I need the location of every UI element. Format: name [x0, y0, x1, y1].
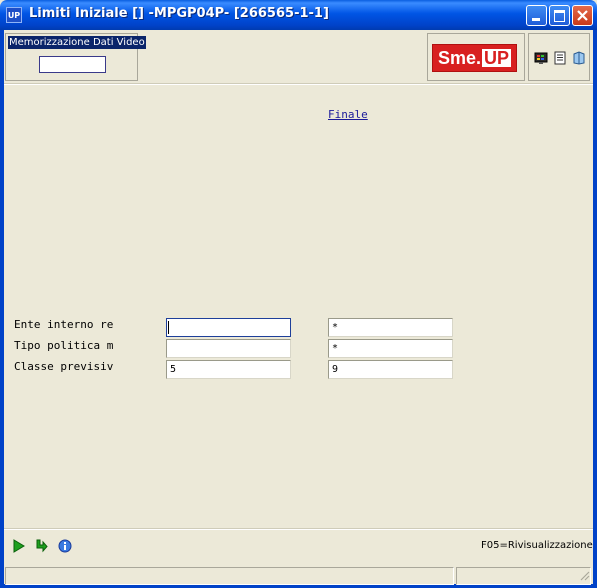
f05-hint: F05=Rivisualizzazione — [481, 540, 593, 551]
close-button[interactable] — [572, 5, 593, 26]
run-play-icon[interactable] — [12, 539, 26, 553]
classe-previsiv-to-field[interactable]: 9 — [328, 360, 453, 379]
footer-divider — [4, 528, 593, 530]
close-icon — [577, 10, 588, 21]
ente-interno-to-field[interactable]: * — [328, 318, 453, 337]
logo-panel: Sme. UP — [427, 33, 525, 81]
display-settings-icon[interactable] — [534, 51, 548, 65]
tipo-politica-to-field[interactable]: * — [328, 339, 453, 358]
tipo-politica-from-field[interactable] — [166, 339, 291, 358]
smeup-logo: Sme. UP — [432, 44, 518, 72]
tipo-politica-label: Tipo politica m — [14, 339, 114, 352]
finale-heading: Finale — [328, 108, 368, 121]
application-window: UP Limiti Iniziale [] -MPGP04P- [266565-… — [0, 0, 597, 588]
help-book-icon[interactable] — [572, 51, 586, 65]
status-pane-right — [456, 567, 591, 585]
memorizzazione-input[interactable] — [39, 56, 106, 73]
memorizzazione-panel: Memorizzazione Dati Video — [5, 33, 146, 81]
app-icon[interactable]: UP — [6, 7, 22, 23]
resize-grip-icon[interactable] — [578, 569, 590, 581]
refresh-arrow-icon[interactable] — [34, 539, 48, 553]
toolbar-icons-panel — [528, 33, 590, 81]
maximize-button[interactable] — [549, 5, 570, 26]
logo-up: UP — [482, 48, 512, 68]
window-frame-right — [593, 30, 597, 588]
classe-previsiv-label: Classe previsiv — [14, 360, 114, 373]
notepad-icon[interactable] — [553, 51, 567, 65]
minimize-button[interactable] — [526, 5, 547, 26]
logo-text: Sme. — [438, 48, 482, 68]
info-icon[interactable] — [58, 539, 72, 553]
window-title: Limiti Iniziale [] -MPGP04P- [266565-1-1… — [29, 6, 329, 21]
header-divider — [4, 83, 593, 85]
classe-previsiv-from-field[interactable]: 5 — [166, 360, 291, 379]
ente-interno-from-field[interactable] — [166, 318, 291, 337]
status-pane-left — [5, 567, 454, 585]
window-frame-left — [0, 30, 4, 588]
ente-interno-label: Ente interno re — [14, 318, 114, 331]
title-bar[interactable]: UP Limiti Iniziale [] -MPGP04P- [266565-… — [0, 0, 597, 30]
memorizzazione-label: Memorizzazione Dati Video — [8, 36, 146, 49]
